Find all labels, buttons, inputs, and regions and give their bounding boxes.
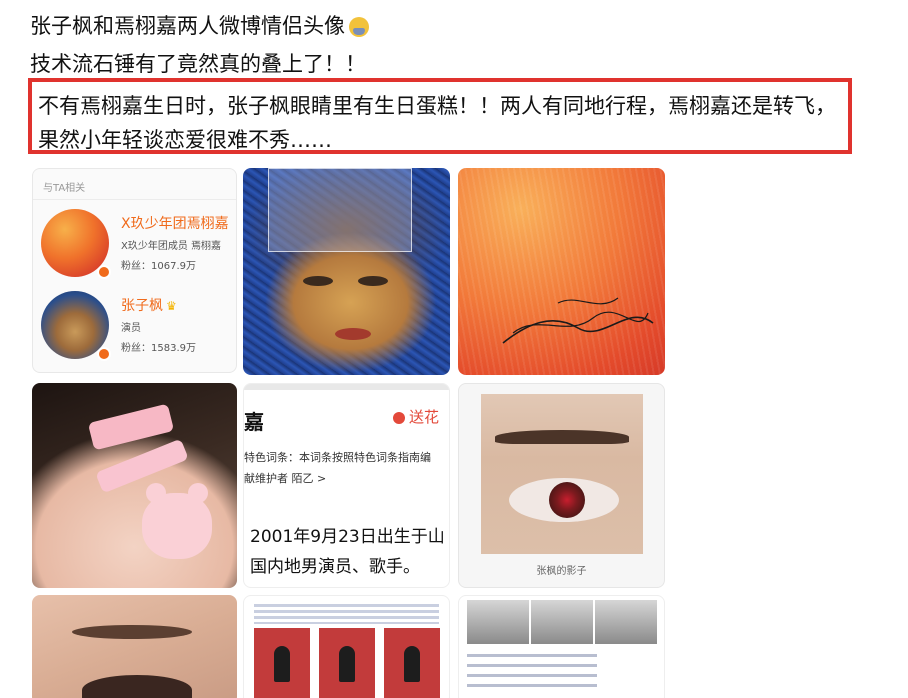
painted-eye: [358, 276, 388, 286]
airport-photo: [467, 600, 529, 644]
iris: [549, 482, 585, 518]
eyebrow: [72, 625, 192, 639]
baike-screenshot[interactable]: 嘉 送花 特色词条：本词条按照特色词条指南编 献维护者 陌乙 > 2001年9月…: [243, 383, 450, 588]
top-bar: [244, 384, 449, 390]
orange-painting-image[interactable]: [458, 168, 665, 375]
person-name[interactable]: 张子枫 ♛: [121, 295, 177, 315]
bear-clip: [142, 483, 212, 559]
person-fans-count: 粉丝：1067.9万: [121, 261, 196, 272]
painted-eye: [303, 276, 333, 286]
eye-caption: 张枫的影子: [536, 566, 587, 577]
post-line-1: 张子枫和焉栩嘉两人微博情侣头像: [30, 10, 369, 40]
divider: [33, 199, 236, 200]
eye-closeup-photo[interactable]: 张枫的影子: [458, 383, 665, 588]
painted-mouth: [335, 328, 371, 340]
scribble-lines: [502, 297, 654, 344]
eye: [509, 478, 619, 522]
eye: [82, 675, 192, 698]
send-flower-button[interactable]: 送花: [392, 406, 439, 427]
related-person-2[interactable]: 张子枫 ♛ 演员 粉丝：1583.9万: [41, 287, 236, 367]
feature-entry-line: 特色词条：本词条按照特色词条指南编: [244, 451, 431, 464]
portrait-painting-image[interactable]: [243, 168, 450, 375]
highlight-line-1: 不有焉栩嘉生日时，张子枫眼睛里有生日蛋糕！！两人有同地行程，焉栩嘉还是转飞，: [38, 94, 836, 118]
blurred-text: [254, 604, 439, 624]
baike-description-line-2: 国内地男演员、歌手。: [250, 557, 420, 577]
post-line-1-text: 张子枫和焉栩嘉两人微博情侣头像: [30, 14, 345, 38]
baike-description-line-1: 2001年9月23日出生于山: [250, 527, 445, 547]
blurred-text: [467, 654, 597, 694]
airport-photo: [531, 600, 593, 644]
related-person-1[interactable]: X玖少年团焉栩嘉 X玖少年团成员 焉栩嘉 粉丝：1067.9万: [41, 205, 236, 285]
event-photos-partial[interactable]: [243, 595, 450, 698]
post-line-2: 技术流石锤有了竟然真的叠上了！！: [30, 52, 366, 76]
eyebrow: [495, 430, 629, 444]
highlight-line-2: 果然小年轻谈恋爱很难不秀……: [38, 128, 332, 152]
crop-overlay: [268, 168, 412, 252]
hair-clip-photo[interactable]: [32, 383, 237, 588]
highlight-box: 不有焉栩嘉生日时，张子枫眼睛里有生日蛋糕！！两人有同地行程，焉栩嘉还是转飞， 果…: [28, 78, 852, 154]
hair-clip: [87, 403, 175, 451]
verified-badge-icon: [97, 265, 111, 279]
person-description: 演员: [121, 323, 141, 334]
event-photo: [319, 628, 375, 698]
event-photo: [384, 628, 440, 698]
crown-icon: ♛: [166, 299, 177, 313]
send-flower-label: 送花: [408, 408, 439, 426]
eye-photo: [481, 394, 643, 554]
person-name[interactable]: X玖少年团焉栩嘉: [121, 213, 229, 233]
eye-photo-partial[interactable]: [32, 595, 237, 698]
flower-icon: [392, 411, 405, 424]
maintainer-line[interactable]: 献维护者 陌乙 >: [244, 470, 326, 486]
person-name-text: 张子枫: [121, 298, 163, 314]
related-card[interactable]: 与TA相关 X玖少年团焉栩嘉 X玖少年团成员 焉栩嘉 粉丝：1067.9万 张子…: [32, 168, 237, 373]
event-photo: [254, 628, 310, 698]
emoji-icon: [349, 17, 369, 37]
airport-photos-partial[interactable]: [458, 595, 665, 698]
airport-photo: [595, 600, 657, 644]
baike-heading: 嘉: [244, 410, 264, 434]
related-card-title: 与TA相关: [43, 183, 86, 194]
person-description: X玖少年团成员 焉栩嘉: [121, 241, 222, 252]
person-fans-count: 粉丝：1583.9万: [121, 343, 196, 354]
verified-badge-icon: [97, 347, 111, 361]
page: 张子枫和焉栩嘉两人微博情侣头像 技术流石锤有了竟然真的叠上了！！ 不有焉栩嘉生日…: [0, 0, 908, 698]
